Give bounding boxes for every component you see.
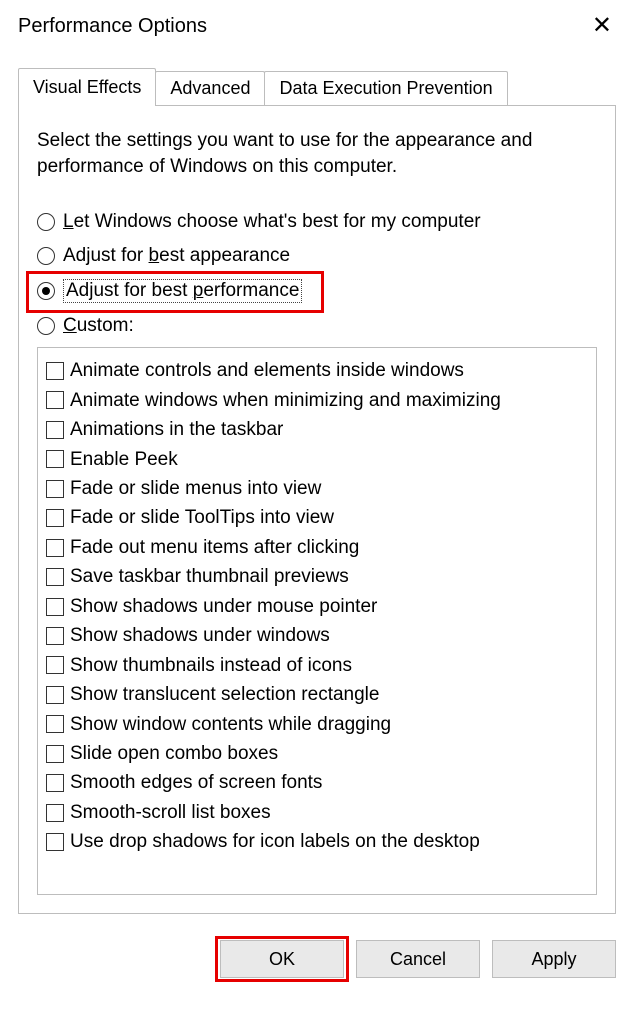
tab-strip: Visual Effects Advanced Data Execution P…: [18, 68, 616, 105]
radio-label: Custom:: [63, 315, 134, 337]
dialog-footer: OK Cancel Apply: [0, 926, 634, 978]
check-animate-controls[interactable]: Animate controls and elements inside win…: [46, 356, 588, 385]
check-shadows-windows[interactable]: Show shadows under windows: [46, 621, 588, 650]
apply-button[interactable]: Apply: [492, 940, 616, 978]
check-label: Slide open combo boxes: [70, 739, 278, 768]
checkbox-icon: [46, 539, 64, 557]
check-fade-menu-items[interactable]: Fade out menu items after clicking: [46, 533, 588, 562]
checkbox-icon: [46, 598, 64, 616]
checkbox-icon: [46, 421, 64, 439]
check-label: Show thumbnails instead of icons: [70, 651, 352, 680]
check-label: Show shadows under windows: [70, 621, 330, 650]
check-label: Save taskbar thumbnail previews: [70, 562, 349, 591]
check-slide-combo[interactable]: Slide open combo boxes: [46, 739, 588, 768]
checkbox-icon: [46, 656, 64, 674]
checkbox-icon: [46, 774, 64, 792]
check-label: Fade or slide menus into view: [70, 474, 321, 503]
checkbox-icon: [46, 745, 64, 763]
check-window-contents-drag[interactable]: Show window contents while dragging: [46, 710, 588, 739]
check-label: Animate windows when minimizing and maxi…: [70, 386, 501, 415]
radio-label: Adjust for best performance: [63, 279, 302, 303]
radio-let-windows-choose[interactable]: Let Windows choose what's best for my co…: [37, 211, 597, 233]
radio-best-performance[interactable]: Adjust for best performance: [37, 279, 597, 303]
tab-panel-visual-effects: Select the settings you want to use for …: [18, 105, 616, 914]
check-label: Use drop shadows for icon labels on the …: [70, 827, 480, 856]
check-label: Fade out menu items after clicking: [70, 533, 359, 562]
checkbox-icon: [46, 686, 64, 704]
check-label: Show window contents while dragging: [70, 710, 391, 739]
check-label: Enable Peek: [70, 445, 178, 474]
check-label: Smooth edges of screen fonts: [70, 768, 322, 797]
radio-label: Let Windows choose what's best for my co…: [63, 211, 481, 233]
check-drop-shadows-desktop[interactable]: Use drop shadows for icon labels on the …: [46, 827, 588, 856]
radio-icon: [37, 282, 55, 300]
radio-custom[interactable]: Custom:: [37, 315, 597, 337]
visual-effects-list[interactable]: Animate controls and elements inside win…: [37, 347, 597, 895]
check-label: Animations in the taskbar: [70, 415, 283, 444]
check-translucent-selection[interactable]: Show translucent selection rectangle: [46, 680, 588, 709]
ok-button[interactable]: OK: [220, 940, 344, 978]
intro-text: Select the settings you want to use for …: [37, 128, 597, 179]
check-shadows-pointer[interactable]: Show shadows under mouse pointer: [46, 592, 588, 621]
checkbox-icon: [46, 804, 64, 822]
cancel-button[interactable]: Cancel: [356, 940, 480, 978]
tab-dep[interactable]: Data Execution Prevention: [264, 71, 507, 105]
checkbox-icon: [46, 391, 64, 409]
radio-group-preset: Let Windows choose what's best for my co…: [37, 211, 597, 337]
check-label: Animate controls and elements inside win…: [70, 356, 464, 385]
checkbox-icon: [46, 509, 64, 527]
checkbox-icon: [46, 362, 64, 380]
radio-icon: [37, 317, 55, 335]
window-title: Performance Options: [18, 15, 207, 38]
check-animations-taskbar[interactable]: Animations in the taskbar: [46, 415, 588, 444]
radio-label: Adjust for best appearance: [63, 245, 290, 267]
checkbox-icon: [46, 450, 64, 468]
check-enable-peek[interactable]: Enable Peek: [46, 445, 588, 474]
check-label: Fade or slide ToolTips into view: [70, 503, 334, 532]
check-save-thumbnails[interactable]: Save taskbar thumbnail previews: [46, 562, 588, 591]
checkbox-icon: [46, 715, 64, 733]
checkbox-icon: [46, 480, 64, 498]
check-fade-menus[interactable]: Fade or slide menus into view: [46, 474, 588, 503]
radio-icon: [37, 247, 55, 265]
check-animate-windows[interactable]: Animate windows when minimizing and maxi…: [46, 386, 588, 415]
check-smooth-fonts[interactable]: Smooth edges of screen fonts: [46, 768, 588, 797]
checkbox-icon: [46, 833, 64, 851]
tab-visual-effects[interactable]: Visual Effects: [18, 68, 156, 106]
check-thumbnails-icons[interactable]: Show thumbnails instead of icons: [46, 651, 588, 680]
close-icon[interactable]: ✕: [582, 10, 622, 42]
check-label: Smooth-scroll list boxes: [70, 798, 271, 827]
tab-advanced[interactable]: Advanced: [155, 71, 265, 105]
checkbox-icon: [46, 627, 64, 645]
check-fade-tooltips[interactable]: Fade or slide ToolTips into view: [46, 503, 588, 532]
check-label: Show shadows under mouse pointer: [70, 592, 377, 621]
check-smooth-scroll[interactable]: Smooth-scroll list boxes: [46, 798, 588, 827]
checkbox-icon: [46, 568, 64, 586]
radio-best-appearance[interactable]: Adjust for best appearance: [37, 245, 597, 267]
check-label: Show translucent selection rectangle: [70, 680, 379, 709]
radio-icon: [37, 213, 55, 231]
